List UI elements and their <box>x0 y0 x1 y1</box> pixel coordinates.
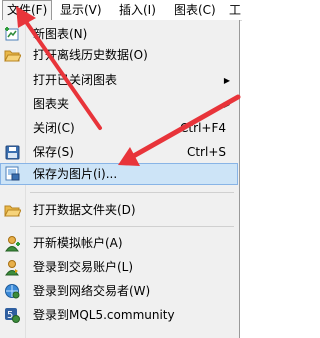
menu-item-label: 开新模拟帐户(A) <box>33 236 123 250</box>
save-icon <box>4 144 21 161</box>
menu-item-label: 打开数据文件夹(D) <box>33 203 136 217</box>
menu-item-new-chart[interactable]: 新图表(N) <box>0 24 238 45</box>
menu-view[interactable]: 显示(V) <box>60 0 102 20</box>
menu-item-label: 保存(S) <box>33 145 74 159</box>
menu-item-save-as-picture[interactable]: 保存为图片(i)... <box>0 163 238 185</box>
menu-charts[interactable]: 图表(C) <box>174 0 216 20</box>
menu-item-label: 关闭(C) <box>33 121 75 135</box>
menu-item-save[interactable]: 保存(S) Ctrl+S <box>0 142 238 163</box>
menu-item-open-data-folder[interactable]: 打开数据文件夹(D) <box>0 200 238 221</box>
menu-item-open-demo-account[interactable]: 开新模拟帐户(A) <box>0 233 238 254</box>
submenu-arrow-icon: ▶ <box>223 76 230 85</box>
menu-bar: 文件(F) 显示(V) 插入(I) 图表(C) 工 <box>0 0 242 21</box>
shortcut-label: Ctrl+F4 <box>180 121 226 135</box>
menu-item-label: 登录到MQL5.community <box>33 308 175 322</box>
menu-separator <box>30 226 234 227</box>
menu-item-label: 新图表(N) <box>33 27 88 41</box>
web-trader-icon <box>4 283 21 300</box>
menu-item-profiles[interactable]: 图表夹 ▶ <box>0 94 238 115</box>
add-user-icon <box>4 235 21 252</box>
menu-tools[interactable]: 工 <box>229 0 241 20</box>
menu-item-login-mql5[interactable]: 5 登录到MQL5.community <box>0 305 238 326</box>
file-dropdown-menu: 新图表(N) 打开离线历史数据(O) 打开已关闭图表 ▶ 图表夹 ▶ 关闭(C)… <box>0 20 240 338</box>
menu-item-label: 打开已关闭图表 <box>33 73 118 87</box>
menu-item-open-offline[interactable]: 打开离线历史数据(O) <box>0 45 238 66</box>
submenu-arrow-icon: ▶ <box>223 100 230 109</box>
mql5-icon: 5 <box>4 307 21 324</box>
menu-item-label: 保存为图片(i)... <box>33 167 118 181</box>
folder-icon <box>4 47 22 64</box>
menu-insert[interactable]: 插入(I) <box>119 0 156 20</box>
menu-item-label: 登录到交易账户(L) <box>33 260 134 274</box>
menu-item-login-web-trader[interactable]: 登录到网络交易者(W) <box>0 281 238 302</box>
menu-item-open-closed[interactable]: 打开已关闭图表 ▶ <box>0 70 238 91</box>
menu-item-close[interactable]: 关闭(C) Ctrl+F4 <box>0 118 238 139</box>
menu-item-login-trade-account[interactable]: 登录到交易账户(L) <box>0 257 238 278</box>
shortcut-label: Ctrl+S <box>186 145 226 159</box>
new-chart-icon <box>4 26 21 43</box>
menu-file[interactable]: 文件(F) <box>2 0 53 20</box>
menu-item-label: 登录到网络交易者(W) <box>33 284 151 298</box>
folder-icon <box>4 202 22 219</box>
menu-item-label: 打开离线历史数据(O) <box>33 48 148 62</box>
menu-separator <box>30 192 234 193</box>
save-picture-icon <box>4 165 21 182</box>
login-user-icon <box>4 259 21 276</box>
menu-item-label: 图表夹 <box>33 97 70 111</box>
